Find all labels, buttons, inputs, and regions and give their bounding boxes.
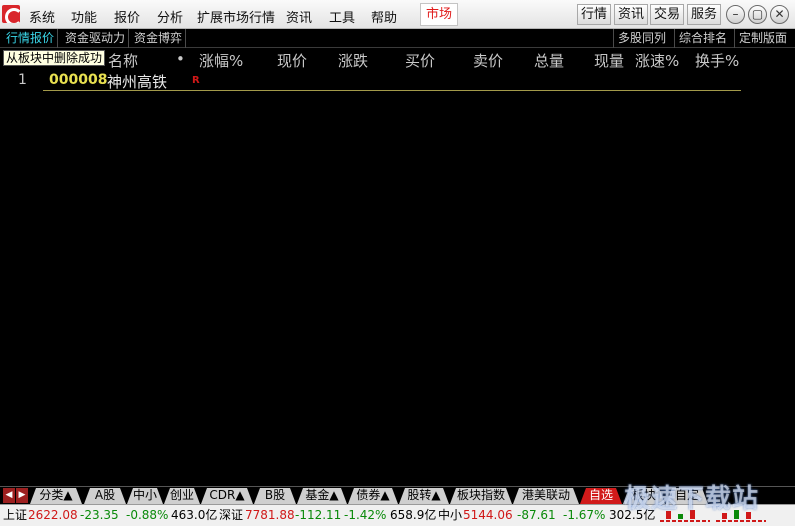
sh-index-label: 上证 xyxy=(3,508,28,522)
stock-code: 000008 xyxy=(49,72,108,88)
col-header-turnover[interactable]: 换手% xyxy=(695,50,739,71)
tab-custom-layout[interactable]: 定制版面 xyxy=(734,29,791,48)
col-header-ask[interactable]: 卖价 xyxy=(473,50,503,71)
tab-capital-drive[interactable]: 资金驱动力 xyxy=(62,29,130,48)
sme-index-value: 5144.06 xyxy=(463,508,513,522)
tab-fund[interactable]: 基金▲ xyxy=(297,488,347,504)
col-header-name[interactable]: 名称 xyxy=(108,50,138,71)
col-header-change-pct[interactable]: 涨幅% xyxy=(199,50,243,71)
tab-sme[interactable]: 中小 xyxy=(127,488,163,504)
row-index: 1 xyxy=(18,72,27,88)
sh-index-change: -23.35 xyxy=(80,508,119,522)
tab-cdr[interactable]: CDR▲ xyxy=(201,488,253,504)
sh-index-amount: 463.0亿 xyxy=(171,508,218,522)
service-button[interactable]: 服务 xyxy=(687,4,722,25)
menu-tools[interactable]: 工具 xyxy=(329,7,355,26)
stock-name: 神州高铁 xyxy=(107,73,168,91)
row-selection-line xyxy=(43,90,741,91)
sz-index-label: 深证 xyxy=(219,508,244,522)
sme-index-pct: -1.67% xyxy=(563,508,606,522)
tab-hk-us-link[interactable]: 港美联动 xyxy=(513,488,579,504)
menu-market-tab[interactable]: 市场 xyxy=(420,3,458,26)
restore-icon[interactable]: ▢ xyxy=(748,5,767,24)
stock-flag: R xyxy=(192,75,200,86)
trade-button[interactable]: 交易 xyxy=(650,4,685,25)
col-header-change[interactable]: 涨跌 xyxy=(338,50,368,71)
app-logo-icon[interactable] xyxy=(2,5,20,23)
tab-watchlist[interactable]: 自选 xyxy=(580,488,622,504)
col-header-price[interactable]: 现价 xyxy=(277,50,307,71)
tab-quote-list[interactable]: 行情报价 xyxy=(3,29,59,48)
tab-bond[interactable]: 债券▲ xyxy=(348,488,398,504)
news-button[interactable]: 资讯 xyxy=(614,4,649,25)
close-icon[interactable]: ✕ xyxy=(770,5,789,24)
quote-button[interactable]: 行情 xyxy=(577,4,612,25)
tab-category[interactable]: 分类▲ xyxy=(30,488,82,504)
col-header-speed[interactable]: 涨速% xyxy=(635,50,679,71)
menu-function[interactable]: 功能 xyxy=(71,7,97,26)
sme-index-change: -87.61 xyxy=(517,508,556,522)
menu-bar: 系统 功能 报价 分析 扩展市场行情 资讯 工具 帮助 市场 行情 资讯 交易 … xyxy=(0,0,795,29)
sme-index-label: 中小 xyxy=(438,508,463,522)
sz-index-change: -112.11 xyxy=(295,508,342,522)
menu-quote[interactable]: 报价 xyxy=(114,7,140,26)
col-header-current-volume[interactable]: 现量 xyxy=(594,50,624,71)
tab-capital-game[interactable]: 资金博弈 xyxy=(131,29,187,48)
sh-index-value: 2622.08 xyxy=(28,508,78,522)
menu-help[interactable]: 帮助 xyxy=(371,7,397,26)
menu-analysis[interactable]: 分析 xyxy=(157,7,183,26)
col-header-dot: • xyxy=(176,50,185,68)
scroll-left-icon[interactable]: ◀ xyxy=(3,488,15,503)
watermark-logo: 极速下载站 xyxy=(624,484,760,514)
col-header-bid[interactable]: 买价 xyxy=(405,50,435,71)
minimize-icon[interactable]: – xyxy=(726,5,745,24)
menu-extended-market[interactable]: 扩展市场行情 xyxy=(197,7,275,26)
sh-index-pct: -0.88% xyxy=(126,508,169,522)
tab-chinext[interactable]: 创业 xyxy=(164,488,200,504)
table-row[interactable]: 1 000008 神州高铁 R xyxy=(0,72,795,91)
sz-index-value: 7781.88 xyxy=(245,508,295,522)
tab-neeq[interactable]: 股转▲ xyxy=(399,488,449,504)
scroll-right-icon[interactable]: ▶ xyxy=(16,488,28,503)
menu-news[interactable]: 资讯 xyxy=(286,7,312,26)
tab-b-share[interactable]: B股 xyxy=(254,488,296,504)
tab-a-share[interactable]: A股 xyxy=(84,488,126,504)
sz-index-pct: -1.42% xyxy=(344,508,387,522)
tab-ranking[interactable]: 综合排名 xyxy=(674,29,731,48)
col-header-volume[interactable]: 总量 xyxy=(534,50,564,71)
notice-tooltip: 从板块中删除成功 xyxy=(3,50,106,66)
tab-sector-index[interactable]: 板块指数 xyxy=(450,488,512,504)
tab-multi-stock[interactable]: 多股同列 xyxy=(613,29,670,48)
sz-index-amount: 658.9亿 xyxy=(390,508,437,522)
sub-tab-bar: 行情报价 资金驱动力 资金博弈 多股同列 综合排名 定制版面 xyxy=(0,29,795,48)
menu-system[interactable]: 系统 xyxy=(29,7,55,26)
